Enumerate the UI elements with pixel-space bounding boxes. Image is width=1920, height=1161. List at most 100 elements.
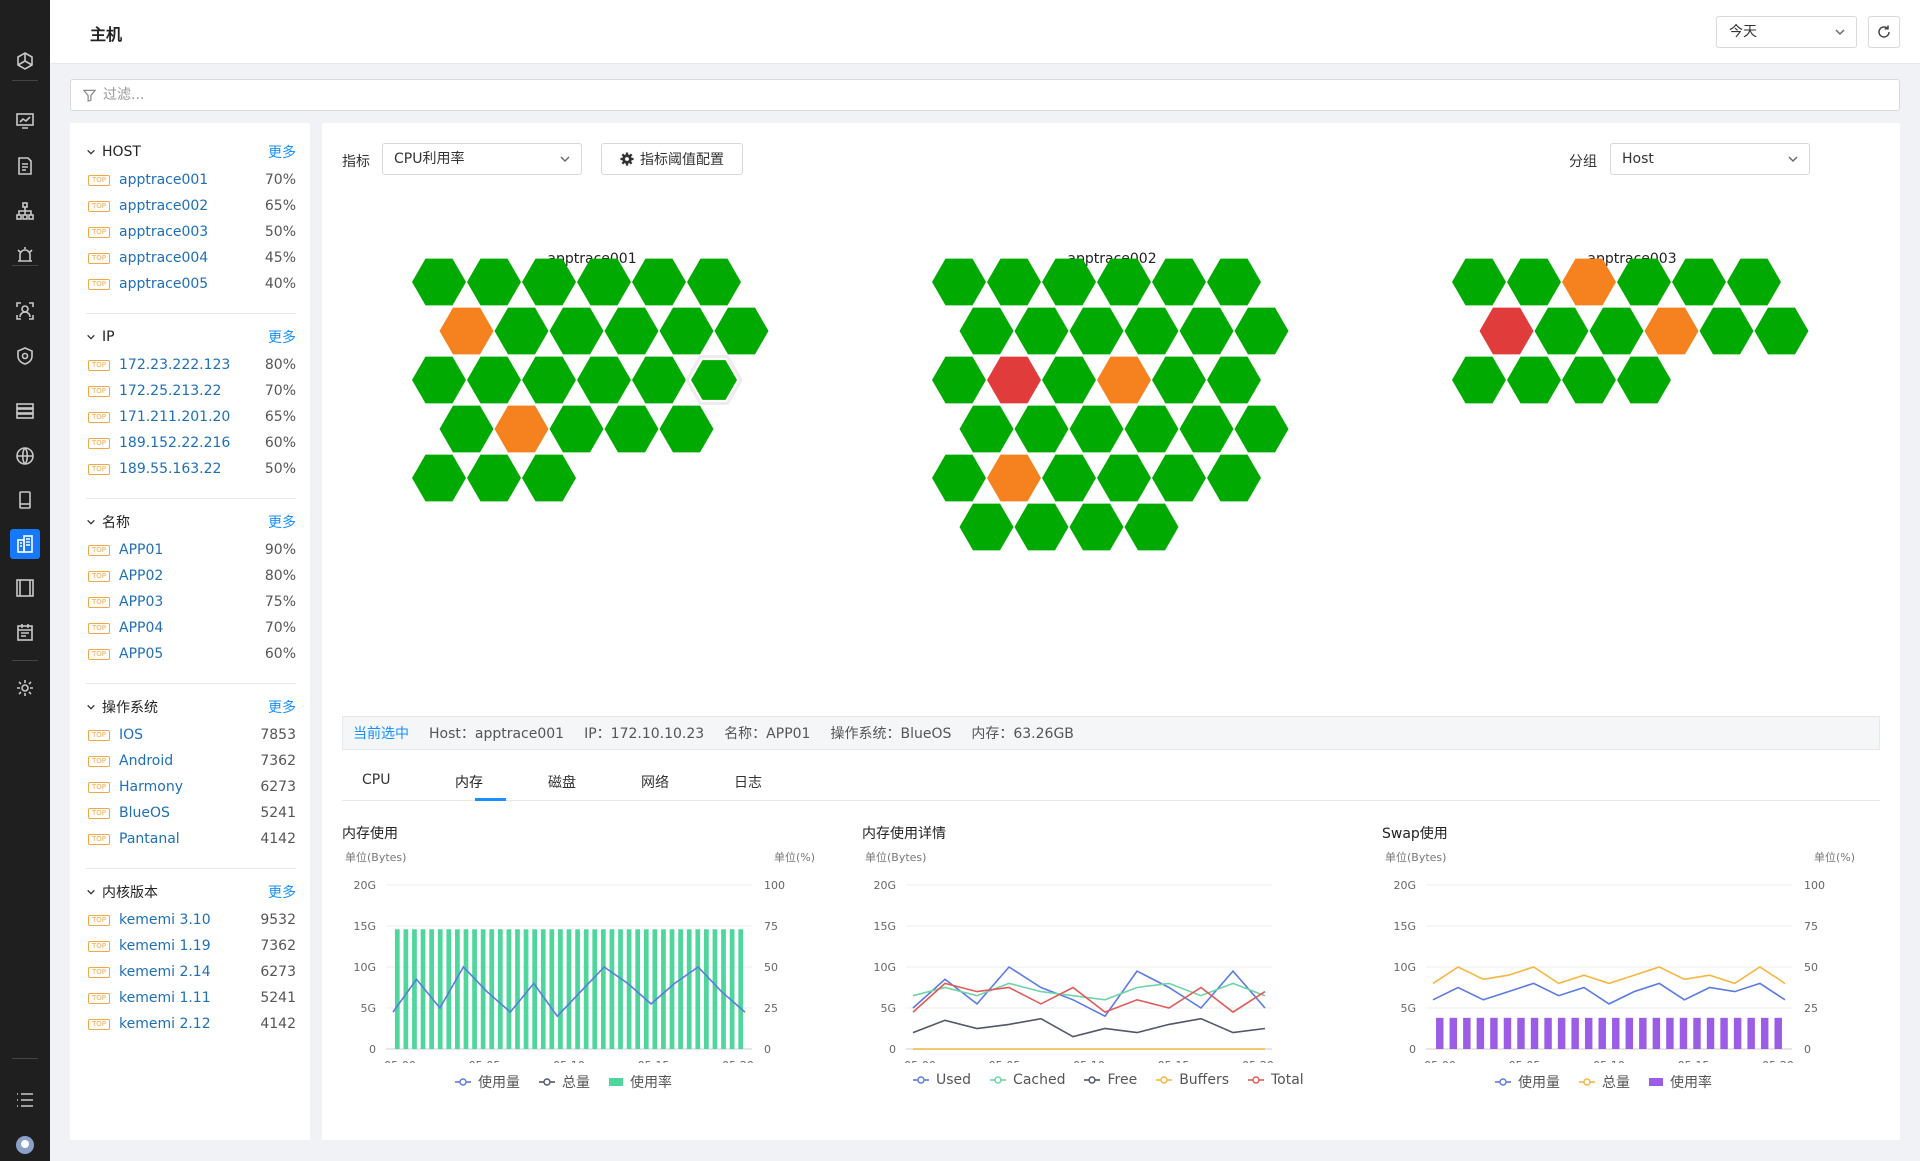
- filter-input[interactable]: [103, 80, 1883, 110]
- hex-cell[interactable]: [1644, 307, 1699, 355]
- hex-cell[interactable]: [1452, 258, 1506, 306]
- filter-item[interactable]: TOP 172.25.213.22 70%: [86, 378, 296, 404]
- hex-cell[interactable]: [1207, 356, 1261, 404]
- filter-item[interactable]: TOP apptrace004 45%: [86, 245, 296, 271]
- refresh-button[interactable]: [1868, 16, 1900, 48]
- filter-item[interactable]: TOP kememi 2.14 6273: [86, 959, 296, 985]
- legend-item[interactable]: Buffers: [1155, 1072, 1229, 1088]
- legend-item[interactable]: 使用量: [1494, 1072, 1560, 1092]
- hex-cell[interactable]: [577, 258, 631, 306]
- avatar[interactable]: [10, 1130, 40, 1160]
- hex-cell[interactable]: [1699, 307, 1754, 355]
- hex-cell[interactable]: [1562, 258, 1616, 306]
- tab-logs[interactable]: 日志: [734, 772, 762, 792]
- hex-cell[interactable]: [1097, 454, 1151, 502]
- hex-cell[interactable]: [1097, 356, 1151, 404]
- hex-cell[interactable]: [1234, 307, 1289, 355]
- legend-item[interactable]: 使用量: [454, 1072, 520, 1092]
- hex-cell[interactable]: [494, 307, 549, 355]
- legend-item[interactable]: 总量: [538, 1072, 590, 1092]
- tab-memory[interactable]: 内存: [455, 772, 483, 792]
- filter-item[interactable]: TOP Pantanal 4142: [86, 826, 296, 852]
- hex-cell[interactable]: [549, 405, 604, 453]
- filter-item[interactable]: TOP APP05 60%: [86, 641, 296, 667]
- hex-cell[interactable]: [522, 258, 576, 306]
- filter-item[interactable]: TOP APP04 70%: [86, 615, 296, 641]
- hex-cell[interactable]: [522, 356, 576, 404]
- filter-item[interactable]: TOP 189.55.163.22 50%: [86, 456, 296, 482]
- hex-cell[interactable]: [1507, 258, 1561, 306]
- filter-item[interactable]: TOP Android 7362: [86, 748, 296, 774]
- legend-item[interactable]: Free: [1083, 1072, 1137, 1088]
- hex-cell[interactable]: [1207, 454, 1261, 502]
- legend-item[interactable]: Total: [1247, 1072, 1304, 1088]
- sidebar-server[interactable]: [10, 396, 40, 426]
- filter-item[interactable]: TOP 171.211.201.20 65%: [86, 404, 296, 430]
- filter-item[interactable]: TOP kememi 3.10 9532: [86, 907, 296, 933]
- hex-cell[interactable]: [659, 405, 714, 453]
- legend-item[interactable]: Used: [912, 1072, 971, 1088]
- hex-cell[interactable]: [1042, 356, 1096, 404]
- hex-cell[interactable]: [1452, 356, 1506, 404]
- sidebar-menu[interactable]: [10, 1085, 40, 1115]
- hex-cell[interactable]: [1014, 503, 1069, 551]
- hex-cell[interactable]: [987, 454, 1041, 502]
- hex-cell[interactable]: [1069, 405, 1124, 453]
- hex-cell[interactable]: [1014, 405, 1069, 453]
- sidebar-document[interactable]: [10, 151, 40, 181]
- hex-cell[interactable]: [1672, 258, 1726, 306]
- hex-cell[interactable]: [412, 454, 466, 502]
- sidebar-shield[interactable]: [10, 341, 40, 371]
- hex-cell[interactable]: [549, 307, 604, 355]
- hex-cell[interactable]: [467, 454, 521, 502]
- hex-cell[interactable]: [1097, 258, 1151, 306]
- hex-cell[interactable]: [1207, 258, 1261, 306]
- legend-item[interactable]: Cached: [989, 1072, 1065, 1088]
- hex-cell[interactable]: [632, 258, 686, 306]
- filter-group-header[interactable]: 操作系统 更多: [86, 696, 296, 718]
- hex-cell[interactable]: [577, 356, 631, 404]
- hex-cell[interactable]: [1754, 307, 1809, 355]
- hex-cell[interactable]: [659, 307, 714, 355]
- hex-cell[interactable]: [1042, 258, 1096, 306]
- hex-cell[interactable]: [412, 356, 466, 404]
- tab-disk[interactable]: 磁盘: [548, 772, 576, 792]
- hex-cell[interactable]: [412, 258, 466, 306]
- hex-cell[interactable]: [932, 356, 986, 404]
- sidebar-user-scan[interactable]: [10, 296, 40, 326]
- hex-cell[interactable]: [959, 307, 1014, 355]
- filter-group-header[interactable]: HOST 更多: [86, 141, 296, 163]
- date-range-select[interactable]: 今天: [1716, 16, 1857, 48]
- hex-cell[interactable]: [687, 258, 741, 306]
- sidebar-host[interactable]: [10, 529, 40, 559]
- hex-cell[interactable]: [1617, 356, 1671, 404]
- hex-cell[interactable]: [932, 258, 986, 306]
- hex-cell[interactable]: [1479, 307, 1534, 355]
- hex-cell[interactable]: [1152, 258, 1206, 306]
- filter-item[interactable]: TOP 189.152.22.216 60%: [86, 430, 296, 456]
- hex-cell[interactable]: [1124, 405, 1179, 453]
- hex-cell[interactable]: [1179, 405, 1234, 453]
- more-link[interactable]: 更多: [268, 882, 296, 902]
- filter-item[interactable]: TOP apptrace001 70%: [86, 167, 296, 193]
- hex-cell[interactable]: [439, 405, 494, 453]
- filter-item[interactable]: TOP APP03 75%: [86, 589, 296, 615]
- filter-item[interactable]: TOP APP01 90%: [86, 537, 296, 563]
- sidebar-settings[interactable]: [10, 673, 40, 703]
- hex-cell[interactable]: [714, 307, 769, 355]
- hex-cell[interactable]: [932, 454, 986, 502]
- hex-cell[interactable]: [1534, 307, 1589, 355]
- filter-group-header[interactable]: 内核版本 更多: [86, 881, 296, 903]
- hex-cell[interactable]: [1069, 503, 1124, 551]
- hex-cell[interactable]: [959, 503, 1014, 551]
- sidebar-globe[interactable]: [10, 441, 40, 471]
- more-link[interactable]: 更多: [268, 142, 296, 162]
- sidebar-topology[interactable]: [10, 196, 40, 226]
- hex-cell[interactable]: [987, 356, 1041, 404]
- hex-cell[interactable]: [1069, 307, 1124, 355]
- legend-item[interactable]: 总量: [1578, 1072, 1630, 1092]
- filter-group-header[interactable]: IP 更多: [86, 326, 296, 348]
- tab-cpu[interactable]: CPU: [362, 772, 390, 788]
- hex-cell[interactable]: [1562, 356, 1616, 404]
- sidebar-film[interactable]: [10, 573, 40, 603]
